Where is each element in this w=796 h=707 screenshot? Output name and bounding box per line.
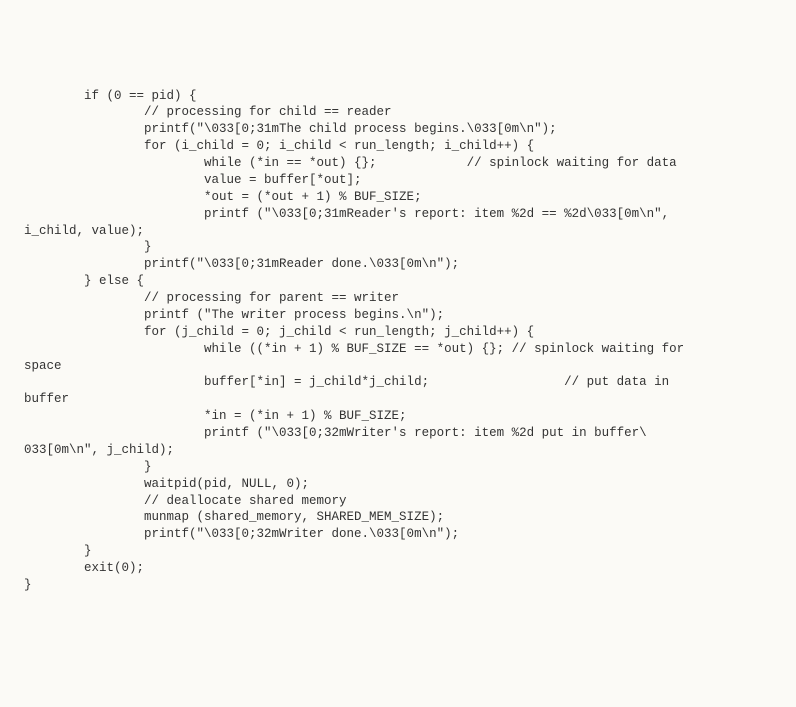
code-line: buffer [24, 391, 772, 408]
code-line: 033[0m\n", j_child); [24, 442, 772, 459]
code-line: while (*in == *out) {}; // spinlock wait… [24, 155, 772, 172]
code-line: exit(0); [24, 560, 772, 577]
code-line: value = buffer[*out]; [24, 172, 772, 189]
code-line: space [24, 358, 772, 375]
code-line: printf("\033[0;31mThe child process begi… [24, 121, 772, 138]
code-line: while ((*in + 1) % BUF_SIZE == *out) {};… [24, 341, 772, 358]
code-line: } [24, 543, 772, 560]
code-line: *out = (*out + 1) % BUF_SIZE; [24, 189, 772, 206]
code-line: printf("\033[0;31mReader done.\033[0m\n"… [24, 256, 772, 273]
code-line: printf ("\033[0;32mWriter's report: item… [24, 425, 772, 442]
code-line: printf ("\033[0;31mReader's report: item… [24, 206, 772, 223]
code-line: // deallocate shared memory [24, 493, 772, 510]
code-line: // processing for child == reader [24, 104, 772, 121]
code-line: i_child, value); [24, 223, 772, 240]
code-line: } else { [24, 273, 772, 290]
code-line: printf ("The writer process begins.\n"); [24, 307, 772, 324]
code-line: munmap (shared_memory, SHARED_MEM_SIZE); [24, 509, 772, 526]
code-line: printf("\033[0;32mWriter done.\033[0m\n"… [24, 526, 772, 543]
code-line: waitpid(pid, NULL, 0); [24, 476, 772, 493]
code-line: for (j_child = 0; j_child < run_length; … [24, 324, 772, 341]
code-line: } [24, 577, 772, 594]
code-block: if (0 == pid) { // processing for child … [24, 88, 772, 594]
code-line: for (i_child = 0; i_child < run_length; … [24, 138, 772, 155]
code-line: if (0 == pid) { [24, 88, 772, 105]
code-line: } [24, 459, 772, 476]
code-line: buffer[*in] = j_child*j_child; // put da… [24, 374, 772, 391]
code-line: // processing for parent == writer [24, 290, 772, 307]
code-line: *in = (*in + 1) % BUF_SIZE; [24, 408, 772, 425]
code-line: } [24, 239, 772, 256]
